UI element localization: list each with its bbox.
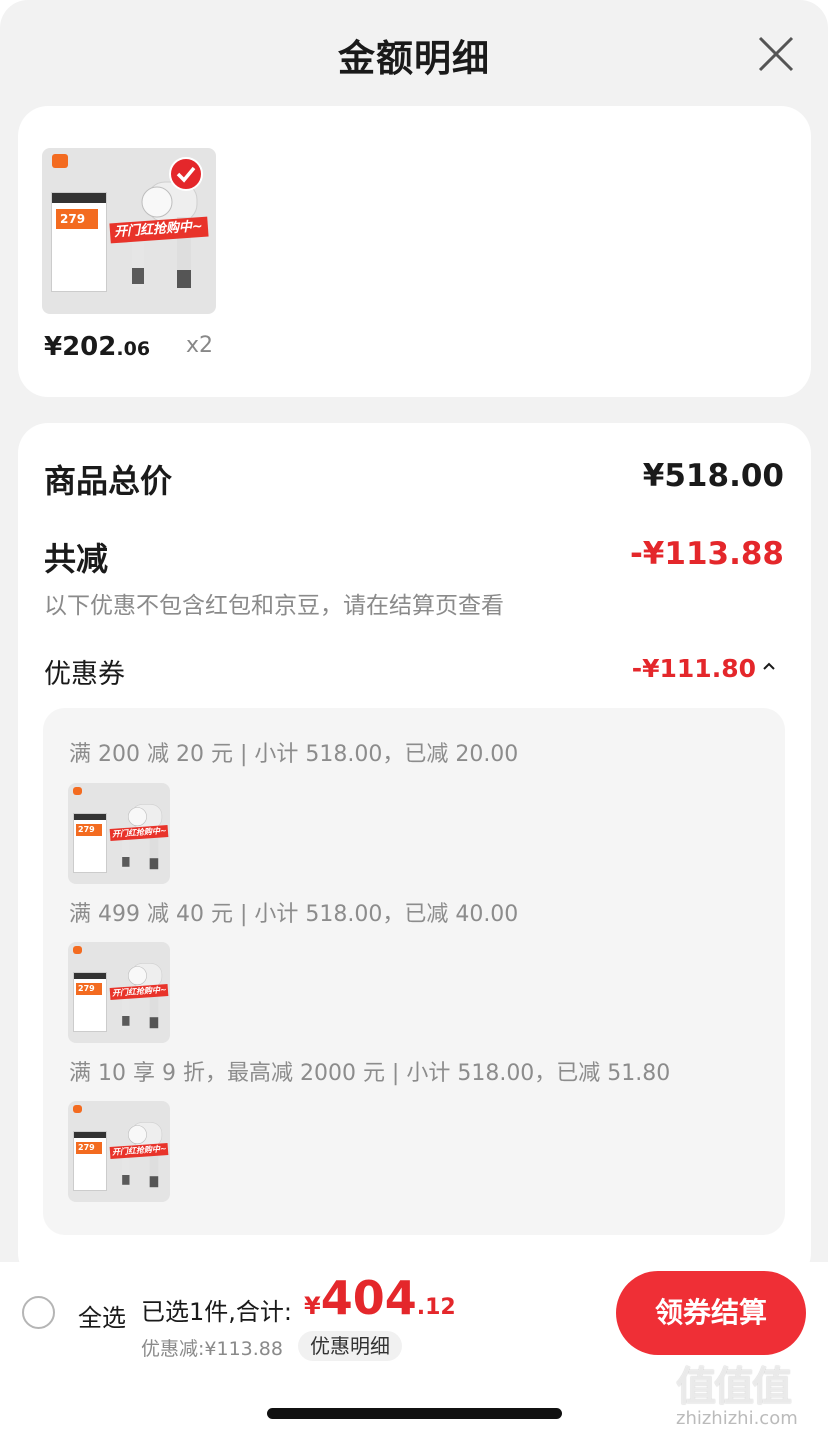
discount-amount: 优惠减:¥113.88 [141, 1338, 283, 1360]
selected-summary: 已选1件,合计: [141, 1298, 292, 1326]
total-reduce-label: 共减 [44, 540, 109, 578]
select-all-label[interactable]: 全选 [78, 1298, 126, 1333]
watermark-logo: 值值值 [676, 1364, 792, 1410]
goods-total-label: 商品总价 [44, 462, 173, 500]
goods-total-value: ¥518.00 [642, 458, 784, 494]
coupon-detail-panel: 满 200 减 20 元 | 小计 518.00，已减 20.00 279 开门… [43, 708, 785, 1235]
coupon-line: 满 10 享 9 折，最高减 2000 元 | 小计 518.00，已减 51.… [69, 1061, 671, 1086]
coupon-value[interactable]: -¥111.80 [632, 654, 756, 683]
watermark-url: zhizhizhi.com [676, 1408, 798, 1429]
spec-panel: 279 [73, 1131, 107, 1191]
unit-price: ¥202.06 [44, 332, 151, 362]
coupon-product-thumbnail[interactable]: 279 开门红抢购中~ [68, 783, 170, 884]
coupon-line: 满 499 减 40 元 | 小计 518.00，已减 40.00 [69, 902, 519, 927]
mi-logo [73, 946, 82, 954]
mi-logo [73, 1105, 82, 1113]
select-all-radio[interactable] [22, 1296, 55, 1329]
mi-logo [73, 787, 82, 795]
total-reduce-value: -¥113.88 [629, 536, 784, 572]
thumb-price: 279 [76, 983, 102, 995]
chevron-up-icon[interactable] [762, 659, 776, 673]
selected-check-icon [169, 157, 203, 191]
discount-note: 以下优惠不包含红包和京豆，请在结算页查看 [44, 593, 504, 619]
mi-logo [52, 154, 68, 168]
thumb-price: 279 [56, 209, 98, 229]
discount-detail-link[interactable]: 优惠明细 [298, 1331, 402, 1361]
total-amount: ¥404.12 [304, 1271, 456, 1325]
product-card: 279 开门红抢购中~ ¥202.06 x2 [18, 106, 811, 397]
thumb-price: 279 [76, 1142, 102, 1154]
spec-panel: 279 [73, 813, 107, 873]
home-indicator[interactable] [267, 1408, 562, 1419]
quantity: x2 [186, 333, 214, 358]
sheet-title: 金额明细 [338, 37, 490, 80]
coupon-product-thumbnail[interactable]: 279 开门红抢购中~ [68, 942, 170, 1043]
spec-panel: 279 [73, 972, 107, 1032]
coupon-label[interactable]: 优惠券 [44, 652, 125, 691]
close-icon[interactable] [754, 32, 798, 76]
checkout-button[interactable]: 领券结算 [616, 1271, 806, 1355]
spec-panel: 279 [51, 192, 107, 292]
coupon-product-thumbnail[interactable]: 279 开门红抢购中~ [68, 1101, 170, 1202]
thumb-price: 279 [76, 824, 102, 836]
product-thumbnail[interactable]: 279 开门红抢购中~ [42, 148, 216, 314]
coupon-line: 满 200 减 20 元 | 小计 518.00，已减 20.00 [69, 742, 519, 767]
amount-detail-sheet: 金额明细 279 开门红抢购中~ ¥202.06 x2 商品总价 ¥518.00… [0, 0, 828, 1436]
